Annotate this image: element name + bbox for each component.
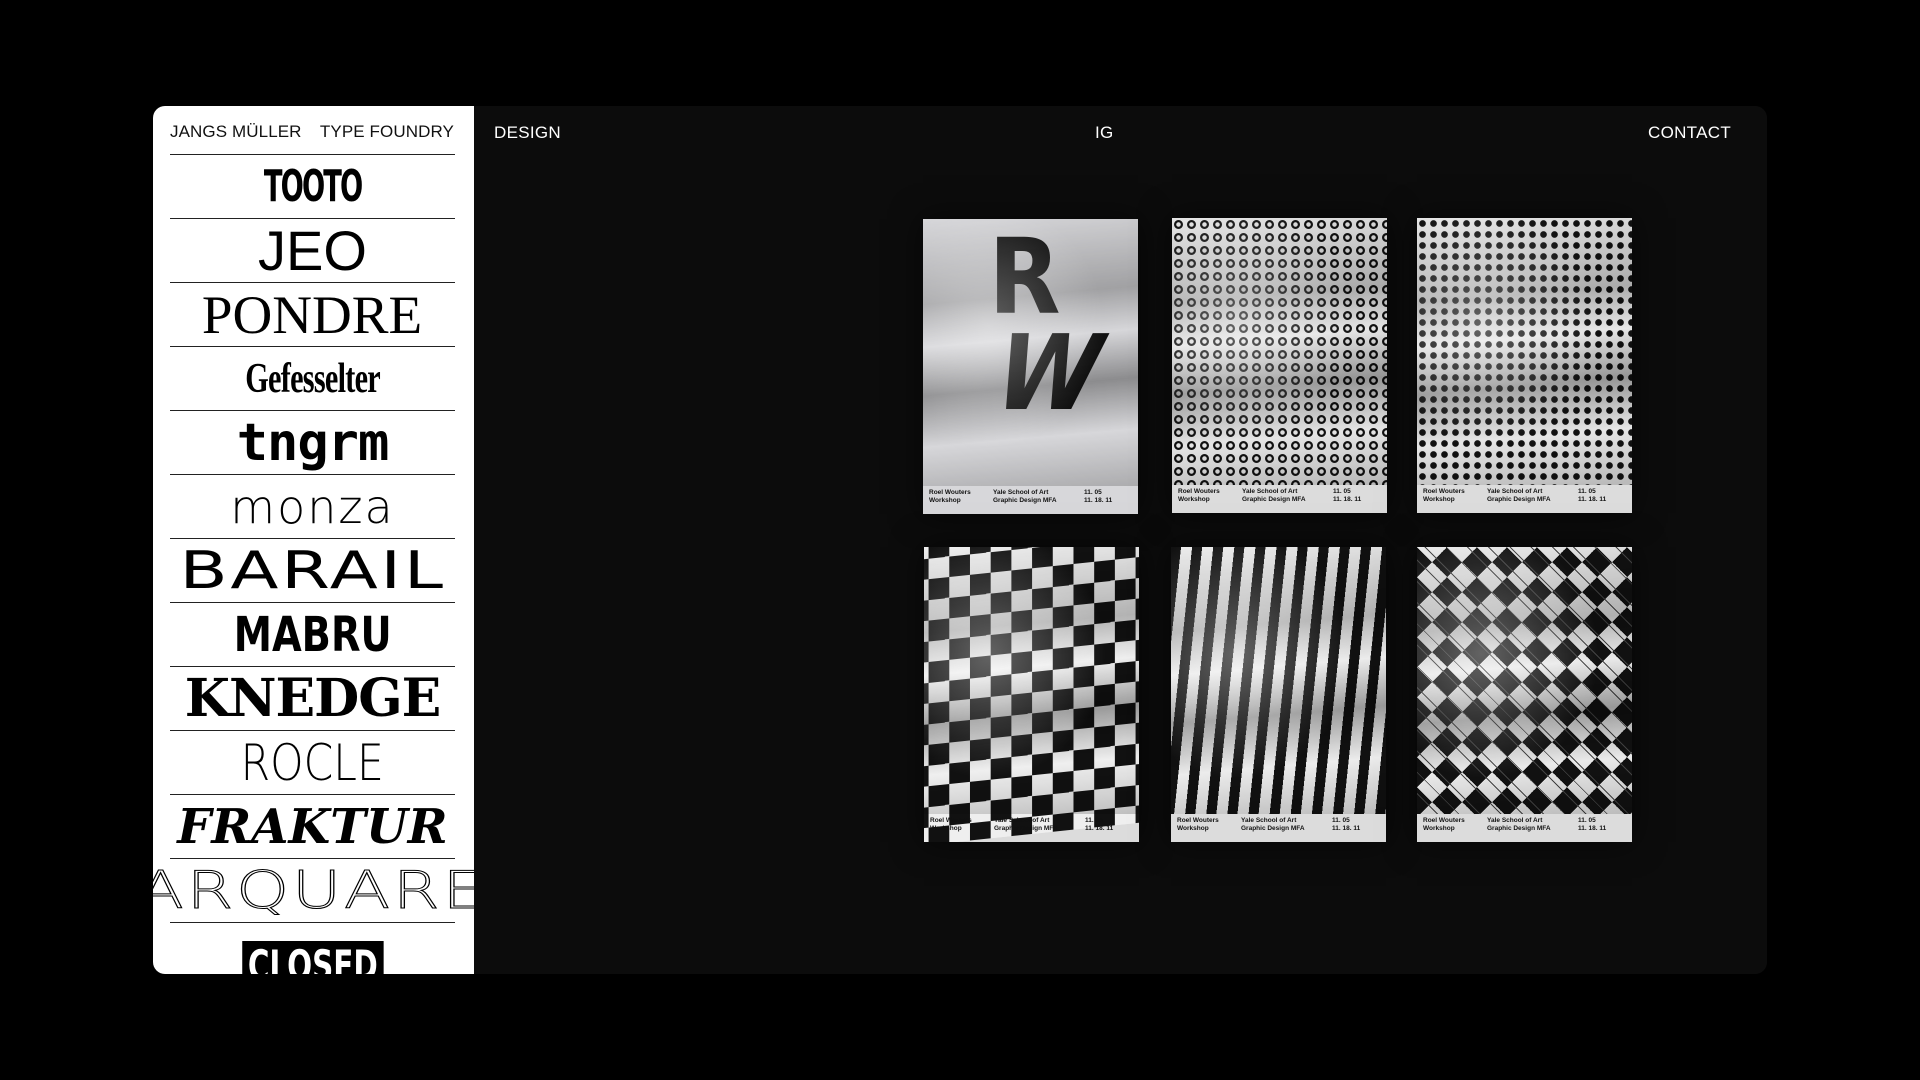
poster-author: Roel Wouters	[1423, 488, 1465, 495]
font-name: CLOSED	[241, 941, 384, 974]
nav-contact-link[interactable]: CONTACT	[1648, 123, 1731, 143]
poster-school: Yale School of Art	[1242, 488, 1298, 495]
poster-author: Roel Wouters	[1178, 488, 1220, 495]
poster-date-start: 11. 05	[1333, 488, 1351, 495]
poster-author: Roel Wouters	[929, 489, 971, 496]
poster-school: Yale School of Art	[1487, 817, 1543, 824]
poster-date-end: 11. 18. 11	[1084, 497, 1113, 504]
font-name: monza	[230, 479, 395, 534]
font-item-jeo[interactable]: JEO	[170, 218, 455, 282]
poster-author: Roel Wouters	[1177, 817, 1219, 824]
poster-program: Graphic Design MFA	[994, 825, 1058, 832]
poster-footer: Roel Wouters Workshop Yale School of Art G…	[1177, 815, 1380, 839]
poster-date-start: 11. 05	[1578, 488, 1596, 495]
poster-date-end: 11. 18. 11	[1333, 496, 1362, 503]
font-name: JEO	[258, 219, 367, 282]
font-name: BARAIL	[179, 540, 446, 601]
poster-program: Graphic Design MFA	[1487, 825, 1551, 832]
font-name: Gefesselter	[245, 355, 381, 402]
font-item-closed[interactable]: CLOSED	[170, 922, 455, 974]
font-item-arquare[interactable]: ARQUARE	[153, 858, 474, 922]
poster-date-end: 11. 18. 11	[1332, 825, 1361, 832]
nav-ig-link[interactable]: IG	[1095, 123, 1114, 143]
poster-event: Workshop	[930, 825, 962, 832]
brand-link[interactable]: JANGS MÜLLER	[170, 122, 302, 146]
font-name: TOOTO	[263, 161, 363, 212]
poster-stripes[interactable]: Roel Wouters Workshop Yale School of Art G…	[1171, 547, 1386, 842]
font-item-fraktur[interactable]: FRAKTUR	[170, 794, 455, 858]
poster-school: Yale School of Art	[993, 489, 1049, 496]
poster-date-end: 11. 18. 11	[1578, 825, 1607, 832]
poster-rw[interactable]: R W Roel WoutersWorkshop Yale School of …	[923, 219, 1138, 514]
font-item-tooto[interactable]: TOOTO	[170, 154, 455, 218]
poster-event: Workshop	[1177, 825, 1209, 832]
poster-highlight	[1172, 218, 1387, 485]
font-item-knedge[interactable]: KNEDGE	[170, 666, 455, 730]
poster-argyle[interactable]: Roel Wouters Workshop Yale School of Art G…	[1417, 547, 1632, 842]
font-name: PONDRE	[202, 284, 423, 345]
poster-date-end: 11. 18. 11	[1085, 825, 1114, 832]
type-foundry-link[interactable]: TYPE FOUNDRY	[320, 122, 454, 146]
font-name: tngrm	[236, 412, 390, 473]
font-item-gefesselter[interactable]: Gefesselter	[170, 346, 455, 410]
nav-design-link[interactable]: DESIGN	[494, 123, 561, 143]
poster-event: Workshop	[929, 497, 961, 504]
font-item-monza[interactable]: monza	[170, 474, 455, 538]
poster-highlight	[1417, 547, 1632, 814]
poster-program: Graphic Design MFA	[993, 497, 1057, 504]
poster-footer: Roel Wouters Workshop Yale School of Art G…	[930, 815, 1133, 839]
font-item-rocle[interactable]: ROCLE	[170, 730, 455, 794]
font-name: ARQUARE	[153, 860, 474, 921]
poster-highlight	[924, 547, 1139, 814]
app-window: JANGS MÜLLER TYPE FOUNDRY TOOTO JEO POND…	[153, 106, 1767, 974]
poster-date-start: 11. 05	[1084, 489, 1102, 496]
poster-event: Workshop	[1178, 496, 1210, 503]
poster-author: Roel Wouters	[1423, 817, 1465, 824]
poster-event: Workshop	[1423, 825, 1455, 832]
font-item-pondre[interactable]: PONDRE	[170, 282, 455, 346]
poster-author: Roel Wouters	[930, 817, 972, 824]
poster-footer: Roel Wouters Workshop Yale School of Art G…	[929, 487, 1132, 511]
poster-school: Yale School of Art	[994, 817, 1050, 824]
poster-event: Workshop	[1423, 496, 1455, 503]
poster-footer: Roel Wouters Workshop Yale School of Art G…	[1423, 815, 1626, 839]
poster-highlight	[1417, 218, 1632, 485]
type-foundry-sidebar: JANGS MÜLLER TYPE FOUNDRY TOOTO JEO POND…	[153, 106, 474, 974]
font-name: KNEDGE	[184, 668, 441, 729]
font-name: MABRU	[233, 606, 392, 663]
poster-program: Graphic Design MFA	[1242, 496, 1306, 503]
font-list: TOOTO JEO PONDRE Gefesselter tngrm monza…	[153, 154, 474, 974]
poster-footer: Roel Wouters Workshop Yale School of Art G…	[1178, 486, 1381, 510]
poster-date-start: 11. 05	[1332, 817, 1350, 824]
font-item-mabru[interactable]: MABRU	[170, 602, 455, 666]
poster-rings[interactable]: Roel Wouters Workshop Yale School of Art G…	[1172, 218, 1387, 513]
poster-highlight	[1171, 547, 1386, 814]
poster-checkerboard[interactable]: Roel Wouters Workshop Yale School of Art G…	[924, 547, 1139, 842]
poster-date-end: 11. 18. 11	[1578, 496, 1607, 503]
poster-highlight	[923, 219, 1138, 486]
sidebar-header: JANGS MÜLLER TYPE FOUNDRY	[170, 122, 454, 146]
font-item-tngrm[interactable]: tngrm	[170, 410, 455, 474]
font-item-barail[interactable]: BARAIL	[170, 538, 455, 602]
poster-program: Graphic Design MFA	[1241, 825, 1305, 832]
poster-school: Yale School of Art	[1241, 817, 1297, 824]
poster-dots[interactable]: Roel Wouters Workshop Yale School of Art G…	[1417, 218, 1632, 513]
poster-date-start: 11. 05	[1085, 817, 1103, 824]
font-name: FRAKTUR	[177, 798, 448, 855]
font-name: ROCLE	[240, 733, 385, 792]
poster-footer: Roel Wouters Workshop Yale School of Art G…	[1423, 486, 1626, 510]
poster-school: Yale School of Art	[1487, 488, 1543, 495]
poster-program: Graphic Design MFA	[1487, 496, 1551, 503]
design-gallery: DESIGN IG CONTACT R W Roel WoutersWorksh…	[474, 106, 1767, 974]
poster-date-start: 11. 05	[1578, 817, 1596, 824]
